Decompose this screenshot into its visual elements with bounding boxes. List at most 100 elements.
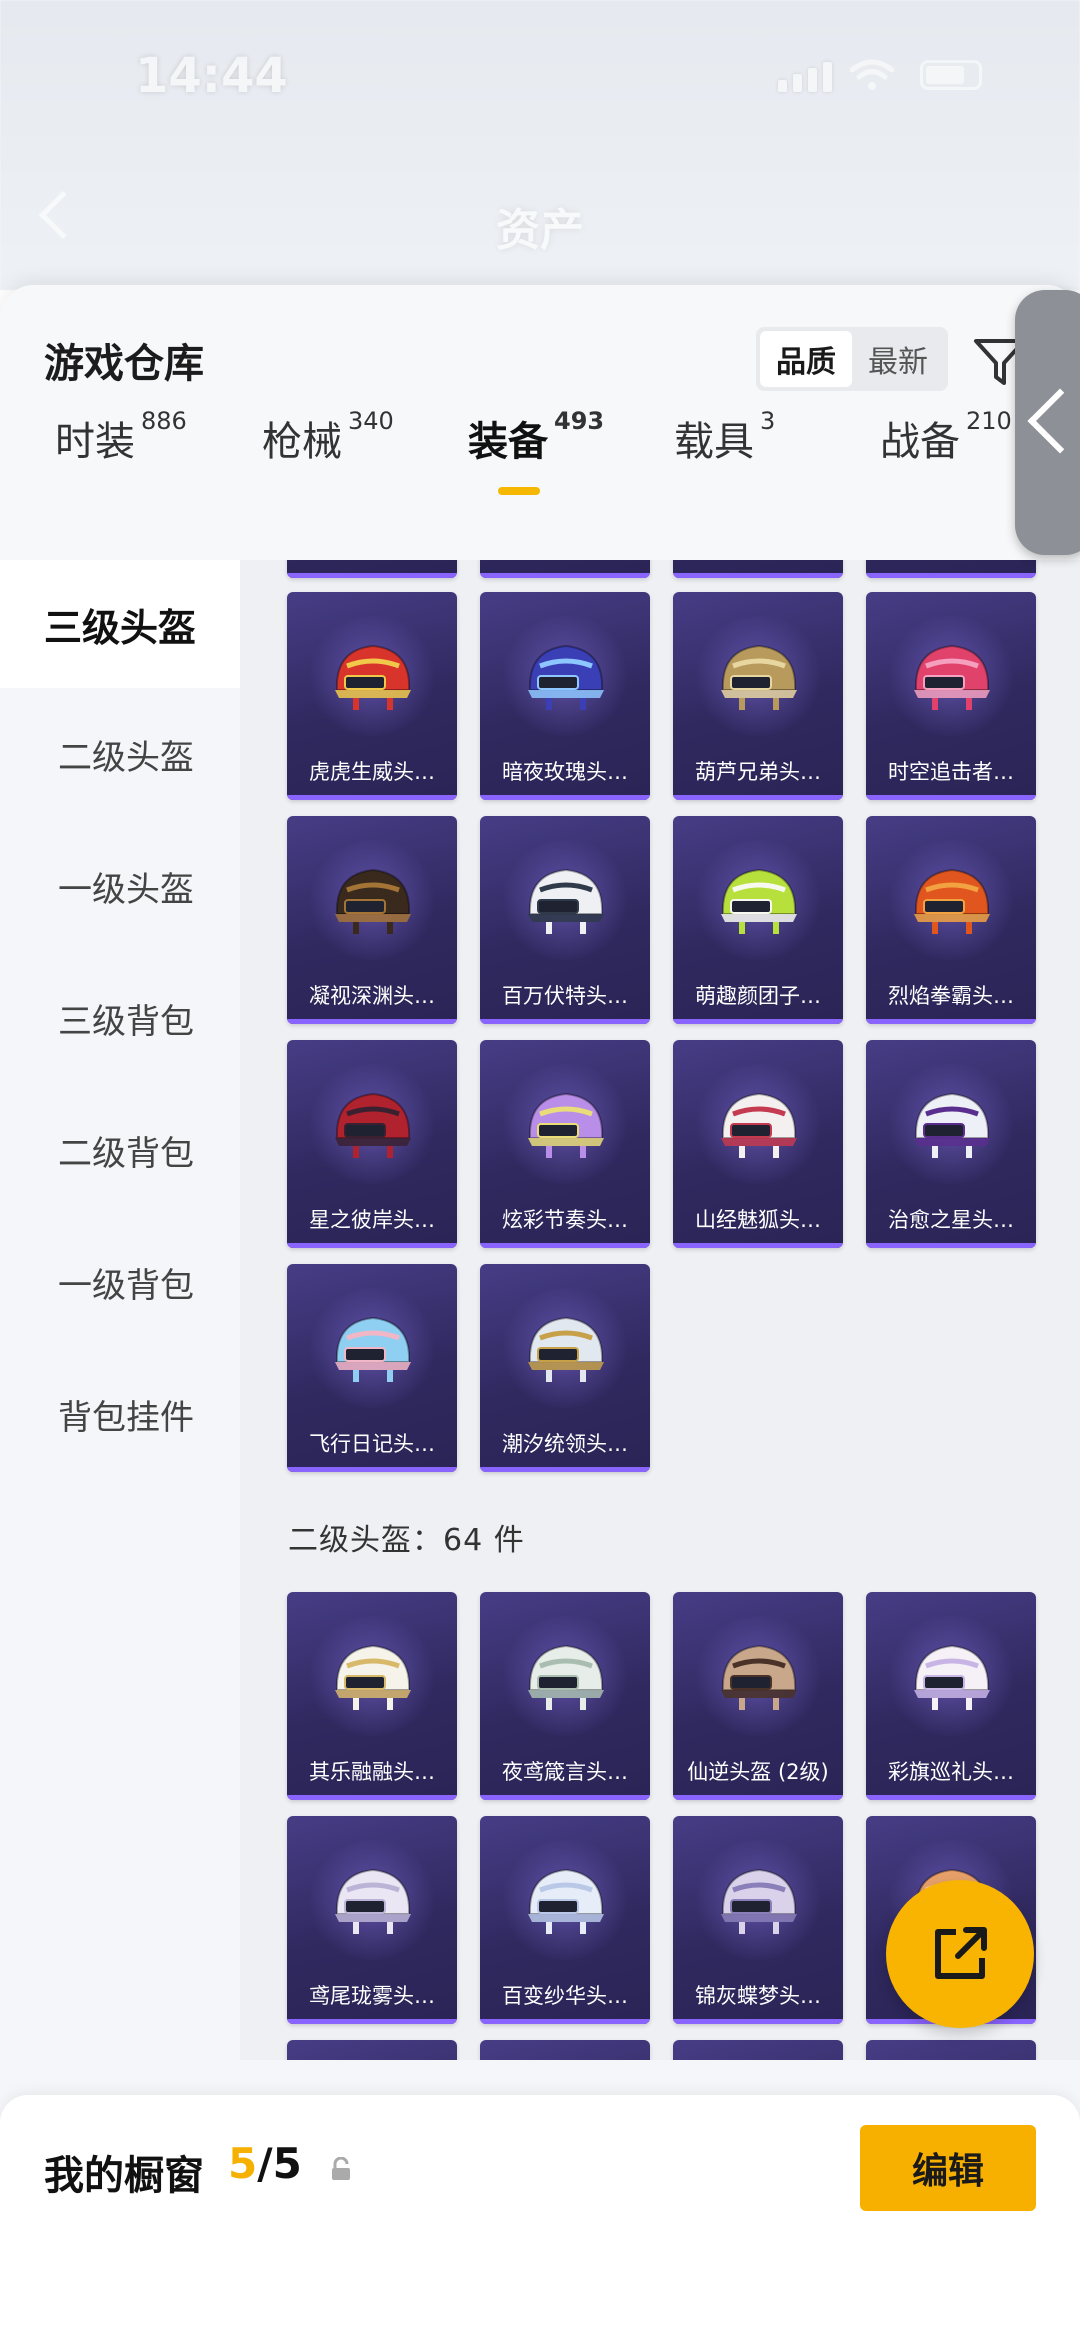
item-name: 凝视深渊头… (309, 984, 435, 1008)
helmet-icon (914, 868, 990, 934)
item-card-partial[interactable] (866, 2040, 1036, 2060)
item-card[interactable]: 凝视深渊头… (287, 816, 457, 1024)
item-name: 仙逆头盔 (2级) (687, 1760, 829, 1784)
share-button[interactable] (886, 1880, 1034, 2028)
item-name: 葫芦兄弟头… (695, 760, 821, 784)
item-name: 百万伏特头… (502, 984, 628, 1008)
item-card[interactable]: 潮汐统领头… (480, 1264, 650, 1472)
helmet-icon (914, 1092, 990, 1158)
item-name: 百变纱华头… (502, 1984, 628, 2008)
item-card[interactable]: 虎虎生威头… (287, 592, 457, 800)
edit-button[interactable]: 编辑 (860, 2125, 1036, 2211)
item-card-partial[interactable] (673, 2040, 843, 2060)
item-card[interactable]: 暗夜玫瑰头… (480, 592, 650, 800)
item-name: 异彩元琥头… (287, 560, 457, 564)
helmet-icon (528, 1868, 604, 1934)
top-nav-bar: 资产 (0, 180, 1080, 270)
status-time: 14:44 (135, 48, 288, 104)
sidebar-item-level3-helmet[interactable]: 三级头盔 (0, 560, 240, 688)
item-name: 鸢尾珑雾头… (309, 1984, 435, 2008)
item-card-partial[interactable] (480, 2040, 650, 2060)
helmet-icon (335, 868, 411, 934)
helmet-icon (528, 1092, 604, 1158)
sidebar-item-level1-helmet[interactable]: 一级头盔 (0, 820, 240, 952)
helmet-icon (914, 1644, 990, 1710)
sidebar-item-backpack-charm[interactable]: 背包挂件 (0, 1348, 240, 1480)
showcase-title: 我的橱窗 (44, 2153, 204, 2199)
item-card[interactable]: 彩旗巡礼头… (866, 1592, 1036, 1800)
lock-icon (332, 2157, 350, 2180)
helmet-icon (721, 644, 797, 710)
item-name: 夜鸢箴言头… (502, 1760, 628, 1784)
item-card[interactable]: 百变纱华头… (480, 1816, 650, 2024)
item-card[interactable]: 异彩元琥头… (287, 560, 457, 578)
sidebar-item-level1-backpack[interactable]: 一级背包 (0, 1216, 240, 1348)
tab-supplies[interactable]: 战备 210 (880, 407, 1012, 509)
tab-guns[interactable]: 枪械 340 (262, 407, 394, 509)
helmet-icon (721, 868, 797, 934)
helmet-icon (528, 644, 604, 710)
helmet-icon (335, 1092, 411, 1158)
helmet-icon (335, 1316, 411, 1382)
nav-title: 资产 (496, 205, 584, 256)
item-card[interactable]: 梦幻天箭头… (866, 560, 1036, 578)
sidebar: 三级头盔 二级头盔 一级头盔 三级背包 二级背包 一级背包 背包挂件 (0, 560, 240, 2060)
side-collapse-handle[interactable] (1015, 290, 1080, 555)
helmet-icon (914, 644, 990, 710)
sidebar-item-level2-helmet[interactable]: 二级头盔 (0, 688, 240, 820)
helmet-icon (721, 1644, 797, 1710)
helmet-icon (721, 1092, 797, 1158)
item-card[interactable]: 烈焰拳霸头… (866, 816, 1036, 1024)
helmet-icon (528, 1644, 604, 1710)
tab-fashion[interactable]: 时装 886 (55, 407, 187, 509)
helmet-icon (528, 1316, 604, 1382)
item-name: 彩旗巡礼头… (888, 1760, 1014, 1784)
item-card[interactable]: 鸢尾珑雾头… (287, 1816, 457, 2024)
item-card[interactable]: 葫芦兄弟头… (673, 592, 843, 800)
item-card[interactable]: 星之彼岸头… (287, 1040, 457, 1248)
item-name: 暗夜玫瑰头… (502, 760, 628, 784)
item-card[interactable]: 夜鸢箴言头… (480, 1592, 650, 1800)
sheet-header: 游戏仓库 品质 最新 时装 886 枪械 340 装备 493 载具 3 战备 210 (0, 285, 1080, 560)
item-card[interactable]: 时空追击者… (866, 592, 1036, 800)
sidebar-item-level3-backpack[interactable]: 三级背包 (0, 952, 240, 1084)
warehouse-sheet: 游戏仓库 品质 最新 时装 886 枪械 340 装备 493 载具 3 战备 210 三… (0, 285, 1080, 2341)
tab-vehicles[interactable]: 载具 3 (674, 407, 775, 509)
status-bar: 14:44 (0, 40, 1080, 110)
item-card[interactable]: 锦灰蝶梦头… (673, 1816, 843, 2024)
item-card[interactable]: 沿神大祇头… (480, 560, 650, 578)
helmet-icon (528, 868, 604, 934)
item-grid: 异彩元琥头… 沿神大祇头… 留心宝贝头… 梦幻天箭头… 虎虎生威头… 暗夜玫瑰头… 葫芦兄弟… (240, 560, 1080, 2060)
helmet-icon (335, 1644, 411, 1710)
item-card[interactable]: 山经魅狐头… (673, 1040, 843, 1248)
item-name: 其乐融融头… (309, 1760, 435, 1784)
item-name: 锦灰蝶梦头… (695, 1984, 821, 2008)
item-card[interactable]: 仙逆头盔 (2级) (673, 1592, 843, 1800)
item-card[interactable]: 其乐融融头… (287, 1592, 457, 1800)
item-name: 虎虎生威头… (309, 760, 435, 784)
item-card[interactable]: 炫彩节奏头… (480, 1040, 650, 1248)
sidebar-item-level2-backpack[interactable]: 二级背包 (0, 1084, 240, 1216)
sort-quality-button[interactable]: 品质 (760, 331, 852, 387)
my-showcase-bar: 我的橱窗 5/5 编辑 (0, 2095, 1080, 2341)
item-card[interactable]: 百万伏特头… (480, 816, 650, 1024)
item-card[interactable]: 治愈之星头… (866, 1040, 1036, 1248)
item-card[interactable]: 萌趣颜团子… (673, 816, 843, 1024)
helmet-icon (335, 1868, 411, 1934)
category-tabs: 时装 886 枪械 340 装备 493 载具 3 战备 210 (0, 407, 1080, 509)
item-name: 潮汐统领头… (502, 1432, 628, 1456)
item-name: 时空追击者… (888, 760, 1014, 784)
item-name: 留心宝贝头… (673, 560, 843, 564)
sheet-title: 游戏仓库 (44, 341, 204, 387)
item-card[interactable]: 飞行日记头… (287, 1264, 457, 1472)
share-icon (935, 1927, 987, 1979)
item-card[interactable]: 留心宝贝头… (673, 560, 843, 578)
helmet-icon (721, 1868, 797, 1934)
sort-newest-button[interactable]: 最新 (852, 331, 944, 387)
item-name: 飞行日记头… (309, 1432, 435, 1456)
item-name: 梦幻天箭头… (866, 560, 1036, 564)
signal-icon (778, 62, 832, 92)
tab-equipment[interactable]: 装备 493 (468, 407, 604, 509)
item-name: 萌趣颜团子… (695, 984, 821, 1008)
item-card-partial[interactable] (287, 2040, 457, 2060)
